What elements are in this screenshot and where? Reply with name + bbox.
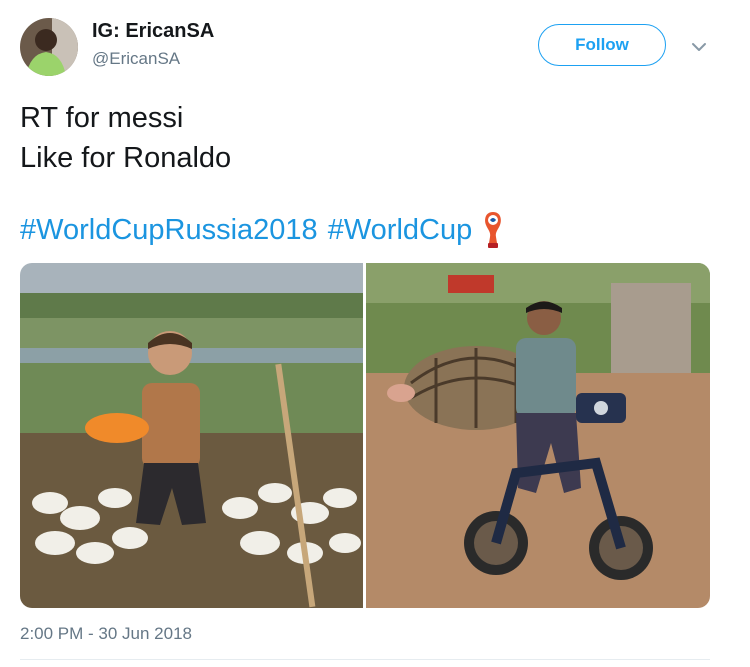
hashtag-link[interactable]: #WorldCup [328,210,473,250]
avatar[interactable] [20,18,78,76]
tweet-text-line: RT for messi [20,102,184,134]
divider [20,659,710,660]
hashtag-row: #WorldCupRussia2018 #WorldCup [20,210,504,250]
chevron-down-icon[interactable] [688,36,710,58]
tweet-timestamp[interactable]: 2:00 PM - 30 Jun 2018 [20,624,192,644]
tweet-photo-right[interactable] [366,263,710,608]
tweet-text: RT for messi Like for Ronaldo [20,98,231,178]
author-display-name[interactable]: IG: EricanSA [92,20,214,43]
tweet-photo-left[interactable] [20,263,363,608]
hashtag-link[interactable]: #WorldCupRussia2018 [20,210,318,250]
follow-button[interactable]: Follow [538,24,666,66]
tweet-text-line: Like for Ronaldo [20,142,232,174]
author-handle[interactable]: @EricanSA [92,49,180,69]
world-cup-trophy-icon [482,210,504,250]
